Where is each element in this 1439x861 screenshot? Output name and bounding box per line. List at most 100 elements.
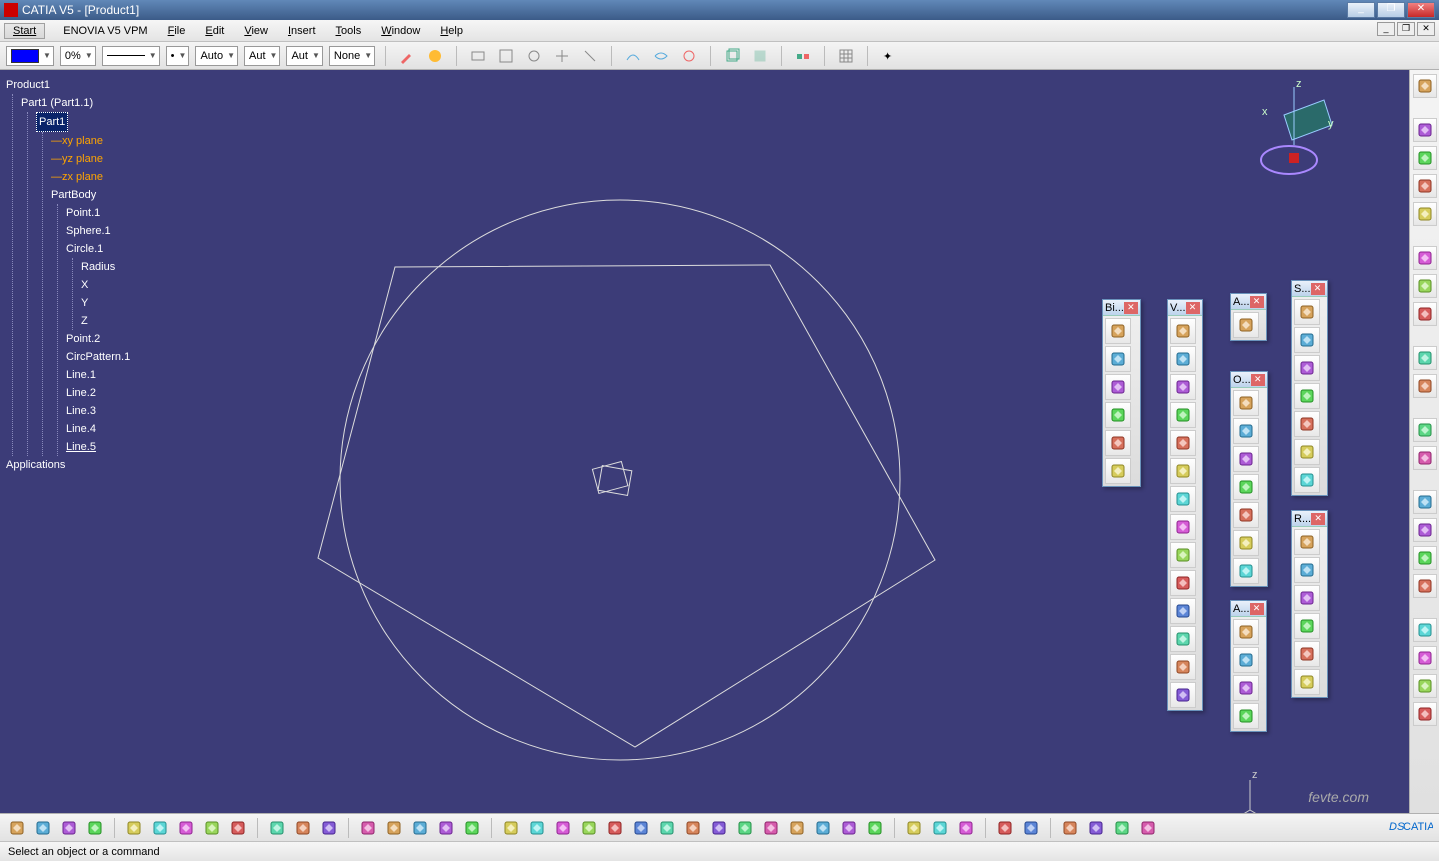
toolbox-A2-btn-3[interactable] xyxy=(1233,703,1259,729)
right-curve-button[interactable] xyxy=(1413,418,1437,442)
toolbox-V-btn-3[interactable] xyxy=(1170,402,1196,428)
toolbox-R-btn-5[interactable] xyxy=(1294,669,1320,695)
view2-icon[interactable] xyxy=(749,45,771,67)
auto-c-combo[interactable]: Aut▼ xyxy=(286,46,322,66)
measure2-icon[interactable] xyxy=(495,45,517,67)
toolbox-Bi-btn-4[interactable] xyxy=(1105,430,1131,456)
toolbox-Bi-btn-1[interactable] xyxy=(1105,346,1131,372)
color-combo[interactable]: ▼ xyxy=(6,46,54,66)
right-arrow-button[interactable] xyxy=(1413,246,1437,270)
toolbox-V-btn-1[interactable] xyxy=(1170,346,1196,372)
toolbox-V-btn-9[interactable] xyxy=(1170,570,1196,596)
toolbox-S-close[interactable]: ✕ xyxy=(1311,283,1325,295)
toolbox-V-btn-10[interactable] xyxy=(1170,598,1196,624)
right-cyl-button[interactable] xyxy=(1413,146,1437,170)
bottom-cut-button[interactable] xyxy=(123,817,145,839)
bottom-stop-button[interactable] xyxy=(929,817,951,839)
toolbox-O-btn-6[interactable] xyxy=(1233,558,1259,584)
measure5-icon[interactable] xyxy=(579,45,601,67)
menu-window[interactable]: Window xyxy=(371,23,430,39)
measure4-icon[interactable] xyxy=(551,45,573,67)
toolbox-O-btn-2[interactable] xyxy=(1233,446,1259,472)
bottom-wire-button[interactable] xyxy=(786,817,808,839)
toolbox-V[interactable]: V...✕ xyxy=(1167,299,1203,711)
toolbox-Bi-btn-3[interactable] xyxy=(1105,402,1131,428)
right-rect-button[interactable] xyxy=(1413,374,1437,398)
toolbox-A1-close[interactable]: ✕ xyxy=(1250,296,1264,308)
toolbox-O-btn-3[interactable] xyxy=(1233,474,1259,500)
toolbox-A2-btn-0[interactable] xyxy=(1233,619,1259,645)
right-conn-button[interactable] xyxy=(1413,574,1437,598)
doc-close-button[interactable]: ✕ xyxy=(1417,22,1435,36)
bottom-snap-button[interactable] xyxy=(994,817,1016,839)
bottom-grid-button[interactable] xyxy=(357,817,379,839)
sketch1-icon[interactable] xyxy=(622,45,644,67)
sketch2-icon[interactable] xyxy=(650,45,672,67)
toolbox-A2-btn-2[interactable] xyxy=(1233,675,1259,701)
brush-icon[interactable] xyxy=(396,45,418,67)
toolbox-V-btn-11[interactable] xyxy=(1170,626,1196,652)
bottom-hash-button[interactable] xyxy=(1111,817,1133,839)
toolbox-S-btn-3[interactable] xyxy=(1294,383,1320,409)
bottom-open-button[interactable] xyxy=(32,817,54,839)
right-trim-button[interactable] xyxy=(1413,618,1437,642)
toolbox-Bi-close[interactable]: ✕ xyxy=(1124,302,1138,314)
toolbox-O-btn-0[interactable] xyxy=(1233,390,1259,416)
toolbox-O-btn-4[interactable] xyxy=(1233,502,1259,528)
toolbox-V-btn-0[interactable] xyxy=(1170,318,1196,344)
close-button[interactable]: ✕ xyxy=(1407,2,1435,18)
toolbox-S-btn-6[interactable] xyxy=(1294,467,1320,493)
right-snap-button[interactable] xyxy=(1413,274,1437,298)
bottom-hide-button[interactable] xyxy=(760,817,782,839)
bottom-tbl-button[interactable] xyxy=(383,817,405,839)
bottom-undo-button[interactable] xyxy=(201,817,223,839)
toolbox-S-btn-0[interactable] xyxy=(1294,299,1320,325)
toolbox-O-btn-5[interactable] xyxy=(1233,530,1259,556)
toolbox-R-btn-2[interactable] xyxy=(1294,585,1320,611)
bottom-new-button[interactable] xyxy=(6,817,28,839)
menu-insert[interactable]: Insert xyxy=(278,23,326,39)
right-spline-button[interactable] xyxy=(1413,546,1437,570)
pointsymbol-combo[interactable]: •▼ xyxy=(166,46,190,66)
bottom-pan-button[interactable] xyxy=(708,817,730,839)
right-cone-button[interactable] xyxy=(1413,174,1437,198)
bottom-zoom--button[interactable] xyxy=(682,817,704,839)
view1-icon[interactable] xyxy=(721,45,743,67)
linetype-combo[interactable]: ▼ xyxy=(102,46,160,66)
toolbox-Bi-header[interactable]: Bi...✕ xyxy=(1103,300,1140,316)
bottom-back-button[interactable] xyxy=(578,817,600,839)
bottom-fit-button[interactable] xyxy=(500,817,522,839)
bottom-fx-button[interactable] xyxy=(292,817,314,839)
toolbox-Bi[interactable]: Bi...✕ xyxy=(1102,299,1141,487)
toolbox-O[interactable]: O...✕ xyxy=(1230,371,1268,587)
minimize-button[interactable]: _ xyxy=(1347,2,1375,18)
right-sweep-button[interactable] xyxy=(1413,674,1437,698)
toolbox-A1-btn-0[interactable] xyxy=(1233,312,1259,338)
toolbox-S-btn-1[interactable] xyxy=(1294,327,1320,353)
toolbox-R-btn-1[interactable] xyxy=(1294,557,1320,583)
bottom-cam-button[interactable] xyxy=(1020,817,1042,839)
toolbox-V-btn-7[interactable] xyxy=(1170,514,1196,540)
toolbox-Bi-btn-2[interactable] xyxy=(1105,374,1131,400)
toolbox-R-header[interactable]: R...✕ xyxy=(1292,511,1327,527)
bottom-play-button[interactable] xyxy=(903,817,925,839)
toolbox-A2-btn-1[interactable] xyxy=(1233,647,1259,673)
sketch3-icon[interactable] xyxy=(678,45,700,67)
opacity-combo[interactable]: 0%▼ xyxy=(60,46,96,66)
measure1-icon[interactable] xyxy=(467,45,489,67)
bottom-shade-button[interactable] xyxy=(812,817,834,839)
toolbox-S-btn-5[interactable] xyxy=(1294,439,1320,465)
constraint-icon[interactable]: ✦ xyxy=(878,45,900,67)
toolbox-V-btn-12[interactable] xyxy=(1170,654,1196,680)
toolbox-S[interactable]: S...✕ xyxy=(1291,280,1328,496)
right-blend-button[interactable] xyxy=(1413,702,1437,726)
bottom-mat-button[interactable] xyxy=(864,817,886,839)
toolbox-V-btn-5[interactable] xyxy=(1170,458,1196,484)
bottom-rpt-button[interactable] xyxy=(1137,817,1159,839)
toolbox-A1-header[interactable]: A...✕ xyxy=(1231,294,1266,310)
toolbox-V-btn-2[interactable] xyxy=(1170,374,1196,400)
menu-enovia[interactable]: ENOVIA V5 VPM xyxy=(53,23,157,39)
toolbox-V-btn-13[interactable] xyxy=(1170,682,1196,708)
toolbox-O-close[interactable]: ✕ xyxy=(1251,374,1265,386)
bottom-swap-button[interactable] xyxy=(461,817,483,839)
